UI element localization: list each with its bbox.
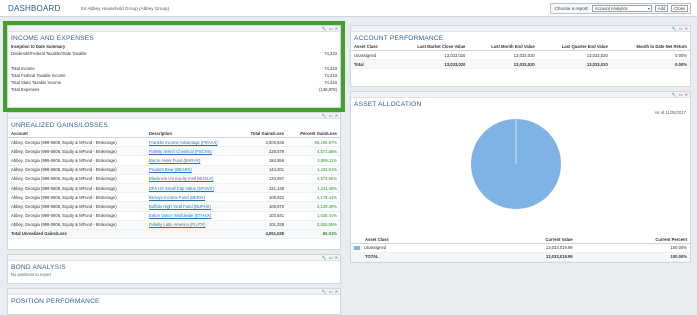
gains-table: Account Description Total Gains/Loss Per… <box>8 130 340 240</box>
close-button[interactable]: Close <box>671 5 688 12</box>
panel-toolbar: 🔧 ▭ ✕ <box>8 26 340 32</box>
collapse-icon[interactable]: ▭ <box>329 255 333 260</box>
close-icon[interactable]: ✕ <box>685 92 688 97</box>
close-icon[interactable]: ✕ <box>335 113 338 118</box>
gains-panel-title: UNREALIZED GAINS/LOSSES <box>11 122 108 129</box>
legend-swatch <box>354 246 360 251</box>
table-row: Abbey, Georgia (999-0606, Equity & MFund… <box>8 192 340 203</box>
top-bar: DASHBOARD for Abbey Household Group (Abb… <box>0 0 697 17</box>
choose-report-label: Choose a report: <box>554 6 589 11</box>
close-icon[interactable]: ✕ <box>335 289 338 294</box>
table-row: Unassigned 13,033,019.99 100.00% <box>351 243 690 253</box>
col-description: Description <box>146 130 239 138</box>
account-perf-title: ACCOUNT PERFORMANCE <box>354 35 444 42</box>
allocation-total-row: TOTAL 13,033,019.99 100.00% <box>351 251 690 263</box>
add-button[interactable]: Add <box>654 5 669 12</box>
position-panel-title: POSITION PERFORMANCE <box>11 298 100 305</box>
wrench-icon[interactable]: 🔧 <box>322 289 327 294</box>
bond-note: No positions to report. <box>11 272 52 277</box>
account-perf-total-row: Total 13,033,020 13,033,020 13,033,020 0… <box>351 59 690 70</box>
income-row: Total Federal Taxable Income 74,243 <box>11 73 337 78</box>
col-account: Account <box>8 130 146 138</box>
income-panel-title: INCOME AND EXPENSES <box>11 35 94 42</box>
table-row: Abbey, Georgia (999-0606, Equity & MFund… <box>8 146 340 157</box>
collapse-icon[interactable]: ▭ <box>329 26 333 31</box>
wrench-icon[interactable]: 🔧 <box>322 113 327 118</box>
bond-analysis-panel: 🔧 ▭ ✕ BOND ANALYSIS No positions to repo… <box>7 254 341 284</box>
close-icon[interactable]: ✕ <box>335 255 338 260</box>
wrench-icon[interactable]: 🔧 <box>672 92 677 97</box>
report-select-value: Account Analytics <box>594 6 628 11</box>
chevron-down-icon: ▾ <box>647 6 650 11</box>
income-row: Total Income 74,243 <box>11 66 337 71</box>
close-icon[interactable]: ✕ <box>685 26 688 31</box>
table-row: Unassigned 13,033,020 13,033,020 13,033,… <box>351 50 690 61</box>
col-total-gains: Total Gains/Loss <box>238 130 288 138</box>
position-performance-panel: 🔧 ▭ ✕ POSITION PERFORMANCE <box>7 288 341 315</box>
table-row: Abbey, Georgia (999-0606, Equity & MFund… <box>8 137 340 148</box>
wrench-icon[interactable]: 🔧 <box>322 26 327 31</box>
col-percent-gain: Percent Gain/Loss <box>287 130 340 138</box>
close-icon[interactable]: ✕ <box>335 26 338 31</box>
report-chooser: Choose a report: Account Analytics ▾ Add… <box>549 3 691 14</box>
allocation-table: Asset Class Current Value Current Percen… <box>351 235 690 263</box>
collapse-icon[interactable]: ▭ <box>679 92 683 97</box>
account-performance-panel: 🔧 ▭ ✕ ACCOUNT PERFORMANCE Asset Class La… <box>350 25 691 87</box>
income-row: Total State Taxable Income 74,243 <box>11 80 337 85</box>
asset-allocation-panel: 🔧 ▭ ✕ ASSET ALLOCATION As of 11/26/2017 … <box>350 91 691 263</box>
income-row: Dividends/Federal Taxable/State Taxable 7… <box>11 51 337 56</box>
collapse-icon[interactable]: ▭ <box>329 289 333 294</box>
table-row: Abbey, Georgia (999-0606, Equity & MFund… <box>8 183 340 194</box>
account-perf-table: Asset Class Last Market Close Value Last… <box>351 43 690 70</box>
table-row: Abbey, Georgia (999-0606, Equity & MFund… <box>8 220 340 230</box>
table-row: Abbey, Georgia (999-0606, Equity & MFund… <box>8 211 340 221</box>
income-section-heading: Inception to Date Summary <box>11 44 66 49</box>
collapse-icon[interactable]: ▭ <box>329 113 333 118</box>
allocation-pie-chart <box>471 119 561 209</box>
page-subtitle: for Abbey Household Group (Abbey Group) <box>81 6 170 11</box>
table-row: Abbey, Georgia (999-0606, Equity & MFund… <box>8 165 340 175</box>
wrench-icon[interactable]: 🔧 <box>322 255 327 260</box>
page-title: DASHBOARD <box>8 4 61 13</box>
income-row: Total Expenses (138,878) <box>11 87 337 92</box>
bond-panel-title: BOND ANALYSIS <box>11 264 66 271</box>
unrealized-gains-panel: 🔧 ▭ ✕ UNREALIZED GAINS/LOSSES Account De… <box>7 112 341 250</box>
table-row: Abbey, Georgia (999-0606, Equity & MFund… <box>8 174 340 184</box>
allocation-title: ASSET ALLOCATION <box>354 101 422 108</box>
income-expenses-panel: 🔧 ▭ ✕ INCOME AND EXPENSES Inception to D… <box>7 25 341 108</box>
collapse-icon[interactable]: ▭ <box>679 26 683 31</box>
gains-total-row: Total Unrealized Gains/Loss 4,061,535 65… <box>8 228 340 240</box>
table-row: Abbey, Georgia (999-0606, Equity & MFund… <box>8 155 340 166</box>
report-select[interactable]: Account Analytics ▾ <box>591 5 652 12</box>
wrench-icon[interactable]: 🔧 <box>672 26 677 31</box>
table-row: Abbey, Georgia (999-0606, Equity & MFund… <box>8 201 340 212</box>
as-of-date: As of 11/26/2017 <box>654 110 686 115</box>
